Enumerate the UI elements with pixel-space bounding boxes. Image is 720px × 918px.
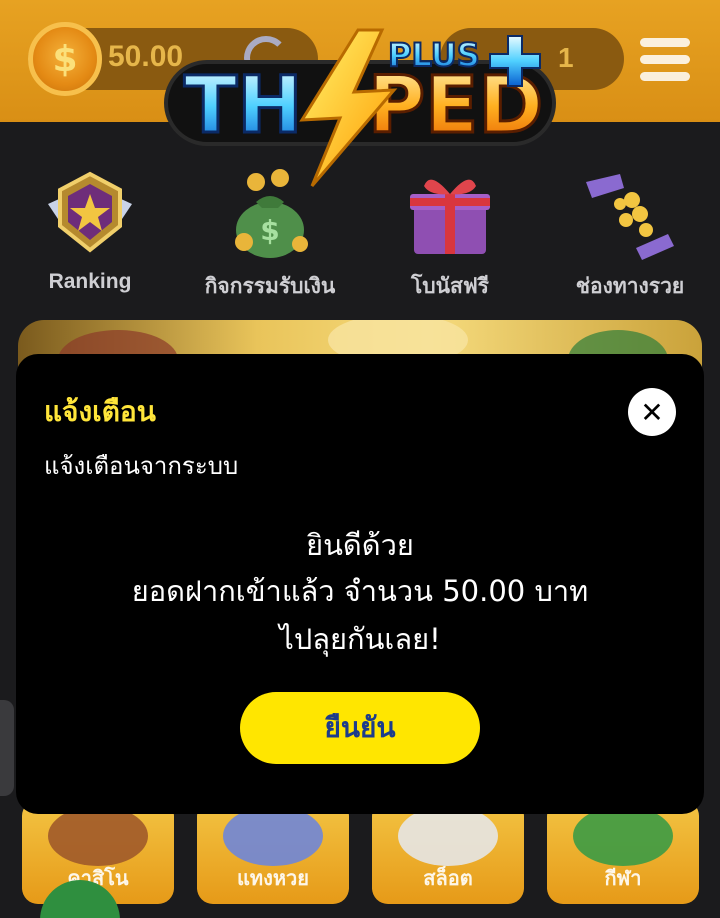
logo-text-left: TH	[184, 61, 303, 151]
quick-nav-item-free-bonus[interactable]: โบนัสฟรี	[360, 150, 540, 310]
confirm-button[interactable]: ยืนยัน	[240, 692, 480, 764]
tile-lottery[interactable]: แทงหวย	[197, 800, 349, 904]
ranking-badge-icon	[48, 171, 132, 253]
money-bag-icon: $	[235, 169, 308, 258]
quick-nav-item-earn-money[interactable]: $ กิจกรรมรับเงิน	[180, 150, 360, 310]
modal-message-line-3: ไปลุยกันเลย!	[279, 622, 441, 656]
side-drawer-tab[interactable]	[0, 700, 14, 796]
casino-roulette-icon	[48, 806, 148, 866]
notification-count: 1	[558, 42, 574, 73]
quick-nav-item-wealth-channel[interactable]: ช่องทางรวย	[540, 150, 720, 310]
tile-sports[interactable]: กีฬา	[547, 800, 699, 904]
svg-text:$: $	[260, 214, 279, 247]
coins-hand-icon	[586, 174, 674, 260]
tile-label: สล็อต	[423, 868, 473, 890]
gift-box-icon	[410, 179, 490, 254]
modal-title: แจ้งเตือน	[44, 395, 156, 428]
quick-nav-label: โบนัสฟรี	[411, 275, 489, 298]
slot-machine-icon	[398, 806, 498, 866]
quick-nav-label: ช่องทางรวย	[575, 275, 685, 298]
sports-field-icon	[573, 806, 673, 866]
lottery-ticket-icon	[223, 806, 323, 866]
tile-label: กีฬา	[604, 868, 642, 890]
tile-slots[interactable]: สล็อต	[372, 800, 524, 904]
modal-subtitle: แจ้งเตือนจากระบบ	[44, 452, 239, 480]
hamburger-menu-icon[interactable]	[640, 38, 690, 82]
quick-nav-label: กิจกรรมรับเงิน	[204, 275, 336, 298]
quick-nav: Ranking $ กิจกรรมรับเงิน โบนัสฟรี ช่องทา…	[0, 150, 720, 310]
logo-plus-text: PLUS	[388, 36, 480, 74]
quick-nav-label: Ranking	[48, 270, 132, 293]
dollar-coin-icon: $	[28, 22, 102, 96]
modal-message-line-2: ยอดฝากเข้าแล้ว จำนวน 50.00 บาท	[131, 574, 589, 608]
close-icon[interactable]: ✕	[628, 388, 676, 436]
alert-modal: แจ้งเตือน แจ้งเตือนจากระบบ ✕ ยินดีด้วย ย…	[16, 354, 704, 814]
modal-message-line-1: ยินดีด้วย	[306, 528, 414, 562]
quick-nav-item-ranking[interactable]: Ranking	[0, 150, 180, 310]
tile-label: แทงหวย	[237, 868, 309, 890]
